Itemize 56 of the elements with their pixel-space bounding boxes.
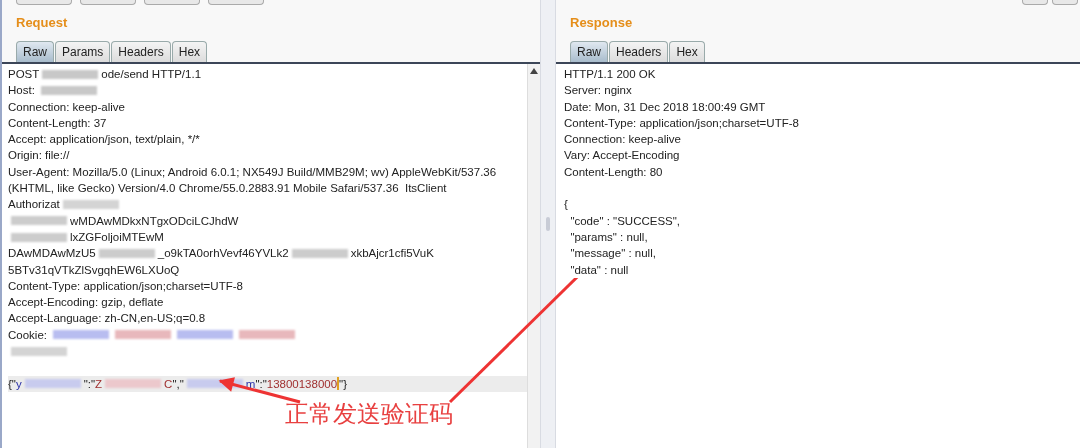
code-text: Server: nginx [564,83,632,99]
tab[interactable]: Hex [171,41,208,62]
code-text: Connection: keep-alive [564,132,681,148]
code-text: Authorizat [8,197,60,213]
tab[interactable]: Raw [16,41,54,62]
code-text: Content-Type: application/json;charset=UTF-8 [564,115,799,131]
code-text: Content-Length: 80 [564,164,663,180]
code-text: ":" [83,376,96,392]
code-text: {" [8,376,16,392]
scrollbar[interactable] [527,64,540,448]
code-text: ode/send HTTP/1.1 [101,67,202,82]
code-text: "} [339,376,348,392]
code-text: Z [95,376,103,392]
panel-title: Request [15,14,69,32]
toolbar-button[interactable] [144,0,200,5]
code-text: wMDAwMDkxNTgxODciLCJhdW [70,213,239,229]
code-text: Cookie: [8,327,48,343]
code-text: Accept: application/json, text/plain, */* [8,132,200,148]
code-text: y [15,376,22,392]
code-text: m [245,376,256,392]
tab[interactable]: Headers [609,41,669,62]
code-text: 5BTv31qVTkZlSvgqhEW6LXUoQ [8,262,180,278]
code-text: "," [172,376,184,392]
code-text: Content-Type: application/json;charset=UTF-8 [8,278,243,294]
panel-title: Response [569,14,634,32]
tab[interactable]: Raw [570,41,608,62]
toolbar-button[interactable] [16,0,72,5]
annotation-text: 正常发送验证码 [285,399,453,430]
toolbar-button[interactable] [208,0,264,5]
tab[interactable]: Hex [669,41,705,62]
tab[interactable]: Headers [111,41,171,62]
text-cursor [337,377,340,391]
code-text: 13800138000 [266,376,338,392]
code-text: Vary: Accept-Encoding [564,148,680,164]
code-text: Origin: file:// [8,148,70,164]
code-text: User-Agent: Mozilla/5.0 (Linux; Android 6.0.1; NX549J Build/MMB29M; wv) AppleWebKit/537.36 [8,164,497,180]
code-text: Date: Mon, 31 Dec 2018 18:00:49 GMT [564,99,766,115]
code-text: ":" [255,376,267,392]
code-text: xkbAjcr1cfi5VuK [350,246,434,262]
code-text: Connection: keep-alive [8,99,125,115]
toolbar-button[interactable] [80,0,136,5]
code-text: Content-Length: 37 [8,115,107,131]
code-text: _o9kTA0orhVevf46YVLk2 [157,246,289,262]
code-text: POST [8,67,40,82]
code-text: (KHTML, like Gecko) Version/4.0 Chrome/55.0.2883.91 Mobile Safari/537.36 ItsClient [8,181,447,197]
code-text: HTTP/1.1 200 OK [564,67,656,82]
text-editor[interactable] [2,64,540,448]
code-text: lxZGFoljoiMTEwM [70,229,164,245]
code-text: C [164,376,173,392]
toolbar-button[interactable] [1052,0,1078,5]
toolbar-button[interactable] [1022,0,1048,5]
code-text: Accept-Language: zh-CN,en-US;q=0.8 [8,311,206,327]
code-text: DAwMDAwMzU5 [8,246,96,262]
code-text: Host: [8,83,36,99]
tab[interactable]: Params [55,41,111,62]
code-text: Accept-Encoding: gzip, deflate [8,295,164,311]
